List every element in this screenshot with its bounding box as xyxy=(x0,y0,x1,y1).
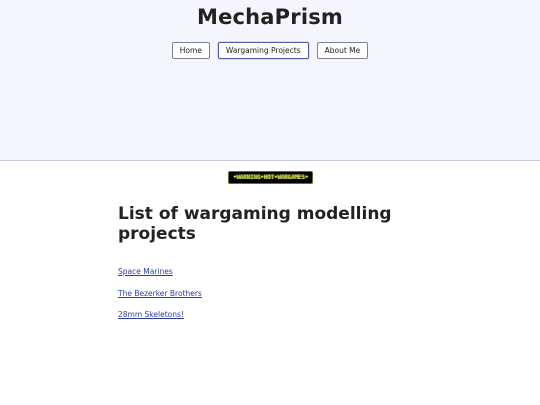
page-heading: List of wargaming modelling projects xyxy=(118,204,392,244)
nav-about-me-button[interactable]: About Me xyxy=(316,42,369,59)
list-item: Space Marines xyxy=(118,263,418,285)
project-link-bezerker-brothers[interactable]: The Bezerker Brothers xyxy=(118,289,202,298)
project-link-space-marines[interactable]: Space Marines xyxy=(118,267,173,276)
banner-badge: •WARNING•HOT•WARGAMES• xyxy=(228,171,313,184)
main-nav: Home Wargaming Projects About Me xyxy=(0,42,540,59)
project-list: Space Marines The Bezerker Brothers 28mm… xyxy=(118,263,418,328)
project-link-28mm-skeletons[interactable]: 28mm Skeletons! xyxy=(118,310,184,319)
list-item: 28mm Skeletons! xyxy=(118,306,418,328)
site-header: MechaPrism Home Wargaming Projects About… xyxy=(0,0,540,161)
list-item: The Bezerker Brothers xyxy=(118,285,418,307)
nav-wargaming-projects-button[interactable]: Wargaming Projects xyxy=(217,42,309,59)
banner-badge-text: •WARNING•HOT•WARGAMES• xyxy=(232,174,309,181)
nav-home-button[interactable]: Home xyxy=(171,42,210,59)
site-title: MechaPrism xyxy=(196,5,344,29)
main-content: List of wargaming modelling projects Spa… xyxy=(118,204,418,328)
